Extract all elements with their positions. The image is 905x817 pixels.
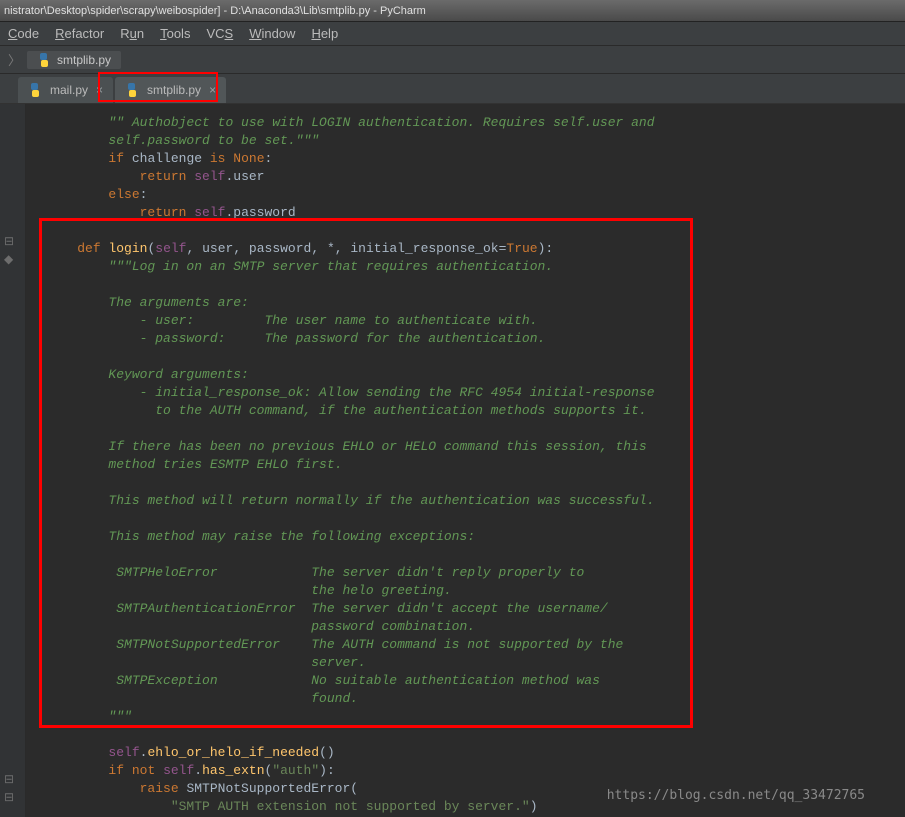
menu-tools[interactable]: Tools — [160, 26, 190, 41]
close-icon[interactable]: × — [96, 83, 103, 97]
fold-icon[interactable]: ⊟ — [4, 234, 18, 248]
menu-vcs[interactable]: VCS — [206, 26, 233, 41]
menu-run[interactable]: Run — [120, 26, 144, 41]
code-content[interactable]: "" Authobject to use with LOGIN authenti… — [26, 104, 655, 817]
fold-icon[interactable]: ⊟ — [4, 772, 18, 786]
gutter: ⊟ ◆ ⊟ ⊟ — [0, 104, 26, 817]
python-file-icon — [125, 83, 139, 97]
editor-area[interactable]: ⊟ ◆ ⊟ ⊟ "" Authobject to use with LOGIN … — [0, 104, 905, 817]
tab-mail-py[interactable]: mail.py × — [18, 77, 113, 103]
breadcrumb-file[interactable]: smtplib.py — [27, 51, 121, 69]
menu-bar: Code Refactor Run Tools VCS Window Help — [0, 22, 905, 46]
python-file-icon — [28, 83, 42, 97]
menu-help[interactable]: Help — [311, 26, 338, 41]
breadcrumb-bar: 〉 smtplib.py — [0, 46, 905, 74]
method-override-icon[interactable]: ◆ — [4, 252, 18, 266]
window-titlebar: nistrator\Desktop\spider\scrapy\weibospi… — [0, 0, 905, 22]
fold-icon[interactable]: ⊟ — [4, 790, 18, 804]
breadcrumb-arrow: 〉 — [8, 50, 21, 69]
editor-tabbar: mail.py × smtplib.py × — [0, 74, 905, 104]
tab-smtplib-py[interactable]: smtplib.py × — [115, 77, 226, 103]
menu-window[interactable]: Window — [249, 26, 295, 41]
menu-code[interactable]: Code — [8, 26, 39, 41]
close-icon[interactable]: × — [209, 83, 216, 97]
menu-refactor[interactable]: Refactor — [55, 26, 104, 41]
python-file-icon — [37, 53, 51, 67]
